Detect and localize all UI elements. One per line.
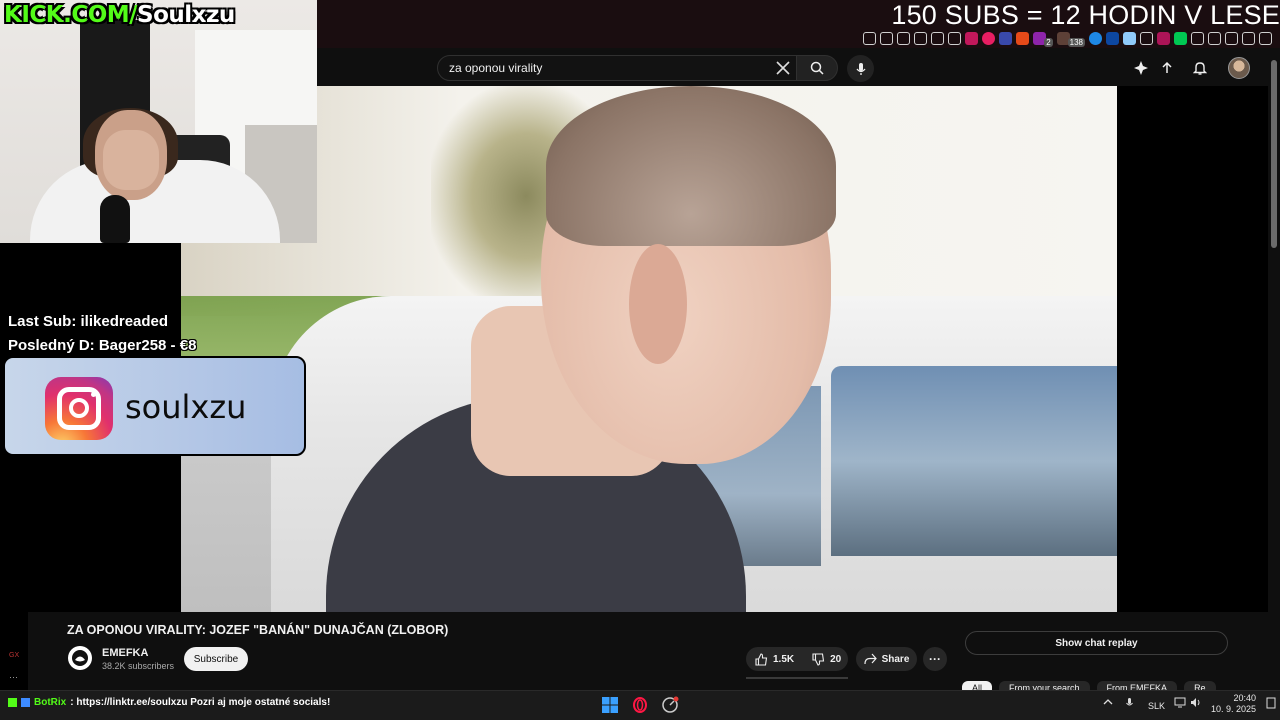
create-button[interactable] — [1131, 58, 1151, 78]
bookmark-icon[interactable] — [897, 31, 911, 45]
dislike-count: 20 — [830, 653, 842, 665]
search-input[interactable]: za oponou virality — [437, 55, 797, 81]
bot-name: BotRix — [34, 697, 67, 708]
collections-icon[interactable] — [1242, 31, 1255, 45]
start-button[interactable] — [600, 695, 620, 715]
chip-from-search[interactable]: From your search — [999, 681, 1090, 690]
dislike-button[interactable]: 20 — [803, 647, 850, 671]
extension-badge: 138 — [1067, 37, 1085, 47]
network-icon[interactable] — [1174, 697, 1186, 710]
microphone-icon — [855, 62, 866, 75]
instagram-card: soulxzu — [3, 356, 306, 456]
extension-icon[interactable] — [1140, 31, 1153, 45]
thumbs-down-icon — [812, 652, 825, 666]
player-side-area — [1117, 86, 1268, 612]
channel-name[interactable]: EMEFKA — [102, 647, 148, 659]
extensions-toolbar: 2 138 — [863, 28, 1272, 48]
app-taskbar-button[interactable] — [660, 695, 680, 715]
description-divider — [746, 677, 848, 679]
subscribe-button[interactable]: Subscribe — [184, 647, 248, 671]
share-button[interactable]: Share — [856, 647, 917, 671]
last-sub-label: Last Sub: ilikedreaded — [8, 313, 169, 330]
sidebar-more-icon[interactable]: ··· — [9, 672, 18, 682]
bot-message: : https://linktr.ee/soulxzu Pozri aj moj… — [70, 697, 331, 708]
instagram-icon — [45, 377, 113, 440]
webcam-overlay: KICK.COM/Soulxzu — [0, 0, 317, 243]
channel-avatar[interactable] — [68, 646, 92, 670]
volume-icon[interactable] — [1190, 697, 1202, 710]
extension-badge: 2 — [1044, 37, 1053, 47]
notifications-button[interactable] — [1190, 58, 1210, 78]
reader-icon[interactable] — [931, 31, 945, 45]
sub-goal-overlay: 150 SUBS = 12 HODIN V LESE — [891, 0, 1280, 30]
show-chat-replay-button[interactable]: Show chat replay — [965, 631, 1228, 655]
extension-icon[interactable] — [1123, 31, 1136, 45]
gauge-icon — [662, 696, 679, 713]
video-title: ZA OPONOU VIRALITY: JOZEF "BANÁN" DUNAJČ… — [67, 623, 449, 637]
windows-icon — [602, 697, 618, 713]
clock-date: 10. 9. 2025 — [1210, 704, 1256, 714]
gx-corner-icon[interactable]: GX — [9, 652, 19, 659]
search-query[interactable]: za oponou virality — [449, 61, 770, 75]
download-icon[interactable] — [1225, 31, 1238, 45]
extension-icon[interactable] — [1106, 31, 1119, 45]
voice-search-button[interactable] — [847, 55, 874, 82]
like-count: 1.5K — [773, 653, 795, 665]
like-button[interactable]: 1.5K — [746, 647, 803, 671]
account-avatar[interactable] — [1228, 57, 1250, 79]
kick-icon — [8, 698, 17, 707]
tray-chevron-icon[interactable] — [1103, 697, 1113, 709]
video-player[interactable] — [181, 86, 1117, 612]
extension-icon[interactable] — [965, 31, 979, 45]
like-dislike-group: 1.5K 20 — [746, 647, 848, 671]
language-indicator[interactable]: SLK — [1148, 701, 1165, 711]
extension-icon[interactable] — [1174, 31, 1187, 45]
heart-icon[interactable] — [948, 31, 962, 45]
menu-icon[interactable] — [1259, 31, 1272, 45]
extension-icon[interactable] — [1089, 31, 1102, 45]
extension-icon[interactable] — [1157, 31, 1170, 45]
kick-channel-logo: KICK.COM/Soulxzu — [4, 2, 235, 28]
upload-icon — [1162, 61, 1172, 73]
bell-icon — [1193, 61, 1207, 75]
subscriber-count: 38.2K subscribers — [102, 661, 175, 671]
last-donation-label: Posledný D: Bager258 - €8 — [8, 337, 197, 354]
more-actions-button[interactable]: ··· — [923, 647, 947, 671]
microphone-tray-icon[interactable] — [1125, 697, 1134, 711]
system-clock[interactable]: 20:40 10. 9. 2025 — [1206, 693, 1256, 715]
chip-from-channel[interactable]: From EMEFKA — [1096, 681, 1178, 690]
screen: 2 138 150 SUBS = 12 HODIN V LESE za opon… — [0, 0, 1280, 720]
more-horizontal-icon: ··· — [929, 652, 941, 666]
translate-icon[interactable] — [914, 31, 928, 45]
scrollbar-thumb[interactable] — [1271, 60, 1277, 248]
chat-ticker: BotRix: https://linktr.ee/soulxzu Pozri … — [8, 697, 330, 708]
pin-icon[interactable] — [863, 31, 877, 45]
upload-button[interactable] — [1157, 58, 1177, 78]
thumbs-up-icon — [755, 652, 768, 666]
clear-search-icon[interactable] — [770, 56, 796, 80]
share-arrow-icon — [863, 653, 877, 665]
instagram-handle: soulxzu — [125, 388, 247, 426]
search-button[interactable] — [796, 55, 838, 81]
bot-icon — [21, 698, 30, 707]
chip-all[interactable]: All — [962, 681, 993, 690]
extension-icon[interactable] — [982, 31, 996, 45]
clock-time: 20:40 — [1233, 693, 1256, 703]
share-label: Share — [881, 653, 910, 665]
extension-icon[interactable] — [1016, 31, 1030, 45]
search-icon — [810, 61, 824, 75]
related-filter-chips: All From your search From EMEFKA Re — [962, 681, 1216, 690]
screenshot-icon[interactable] — [880, 31, 894, 45]
extension-icon[interactable] — [999, 31, 1013, 45]
chip-related[interactable]: Re — [1184, 681, 1216, 690]
notification-center-icon[interactable] — [1266, 697, 1276, 711]
channel-logo-icon — [72, 650, 88, 666]
opera-gx-taskbar-button[interactable] — [630, 695, 650, 715]
opera-gx-icon — [633, 697, 647, 713]
sparkle-icon — [1134, 61, 1148, 75]
share-icon[interactable] — [1208, 31, 1221, 45]
extensions-puzzle-icon[interactable] — [1191, 31, 1204, 45]
